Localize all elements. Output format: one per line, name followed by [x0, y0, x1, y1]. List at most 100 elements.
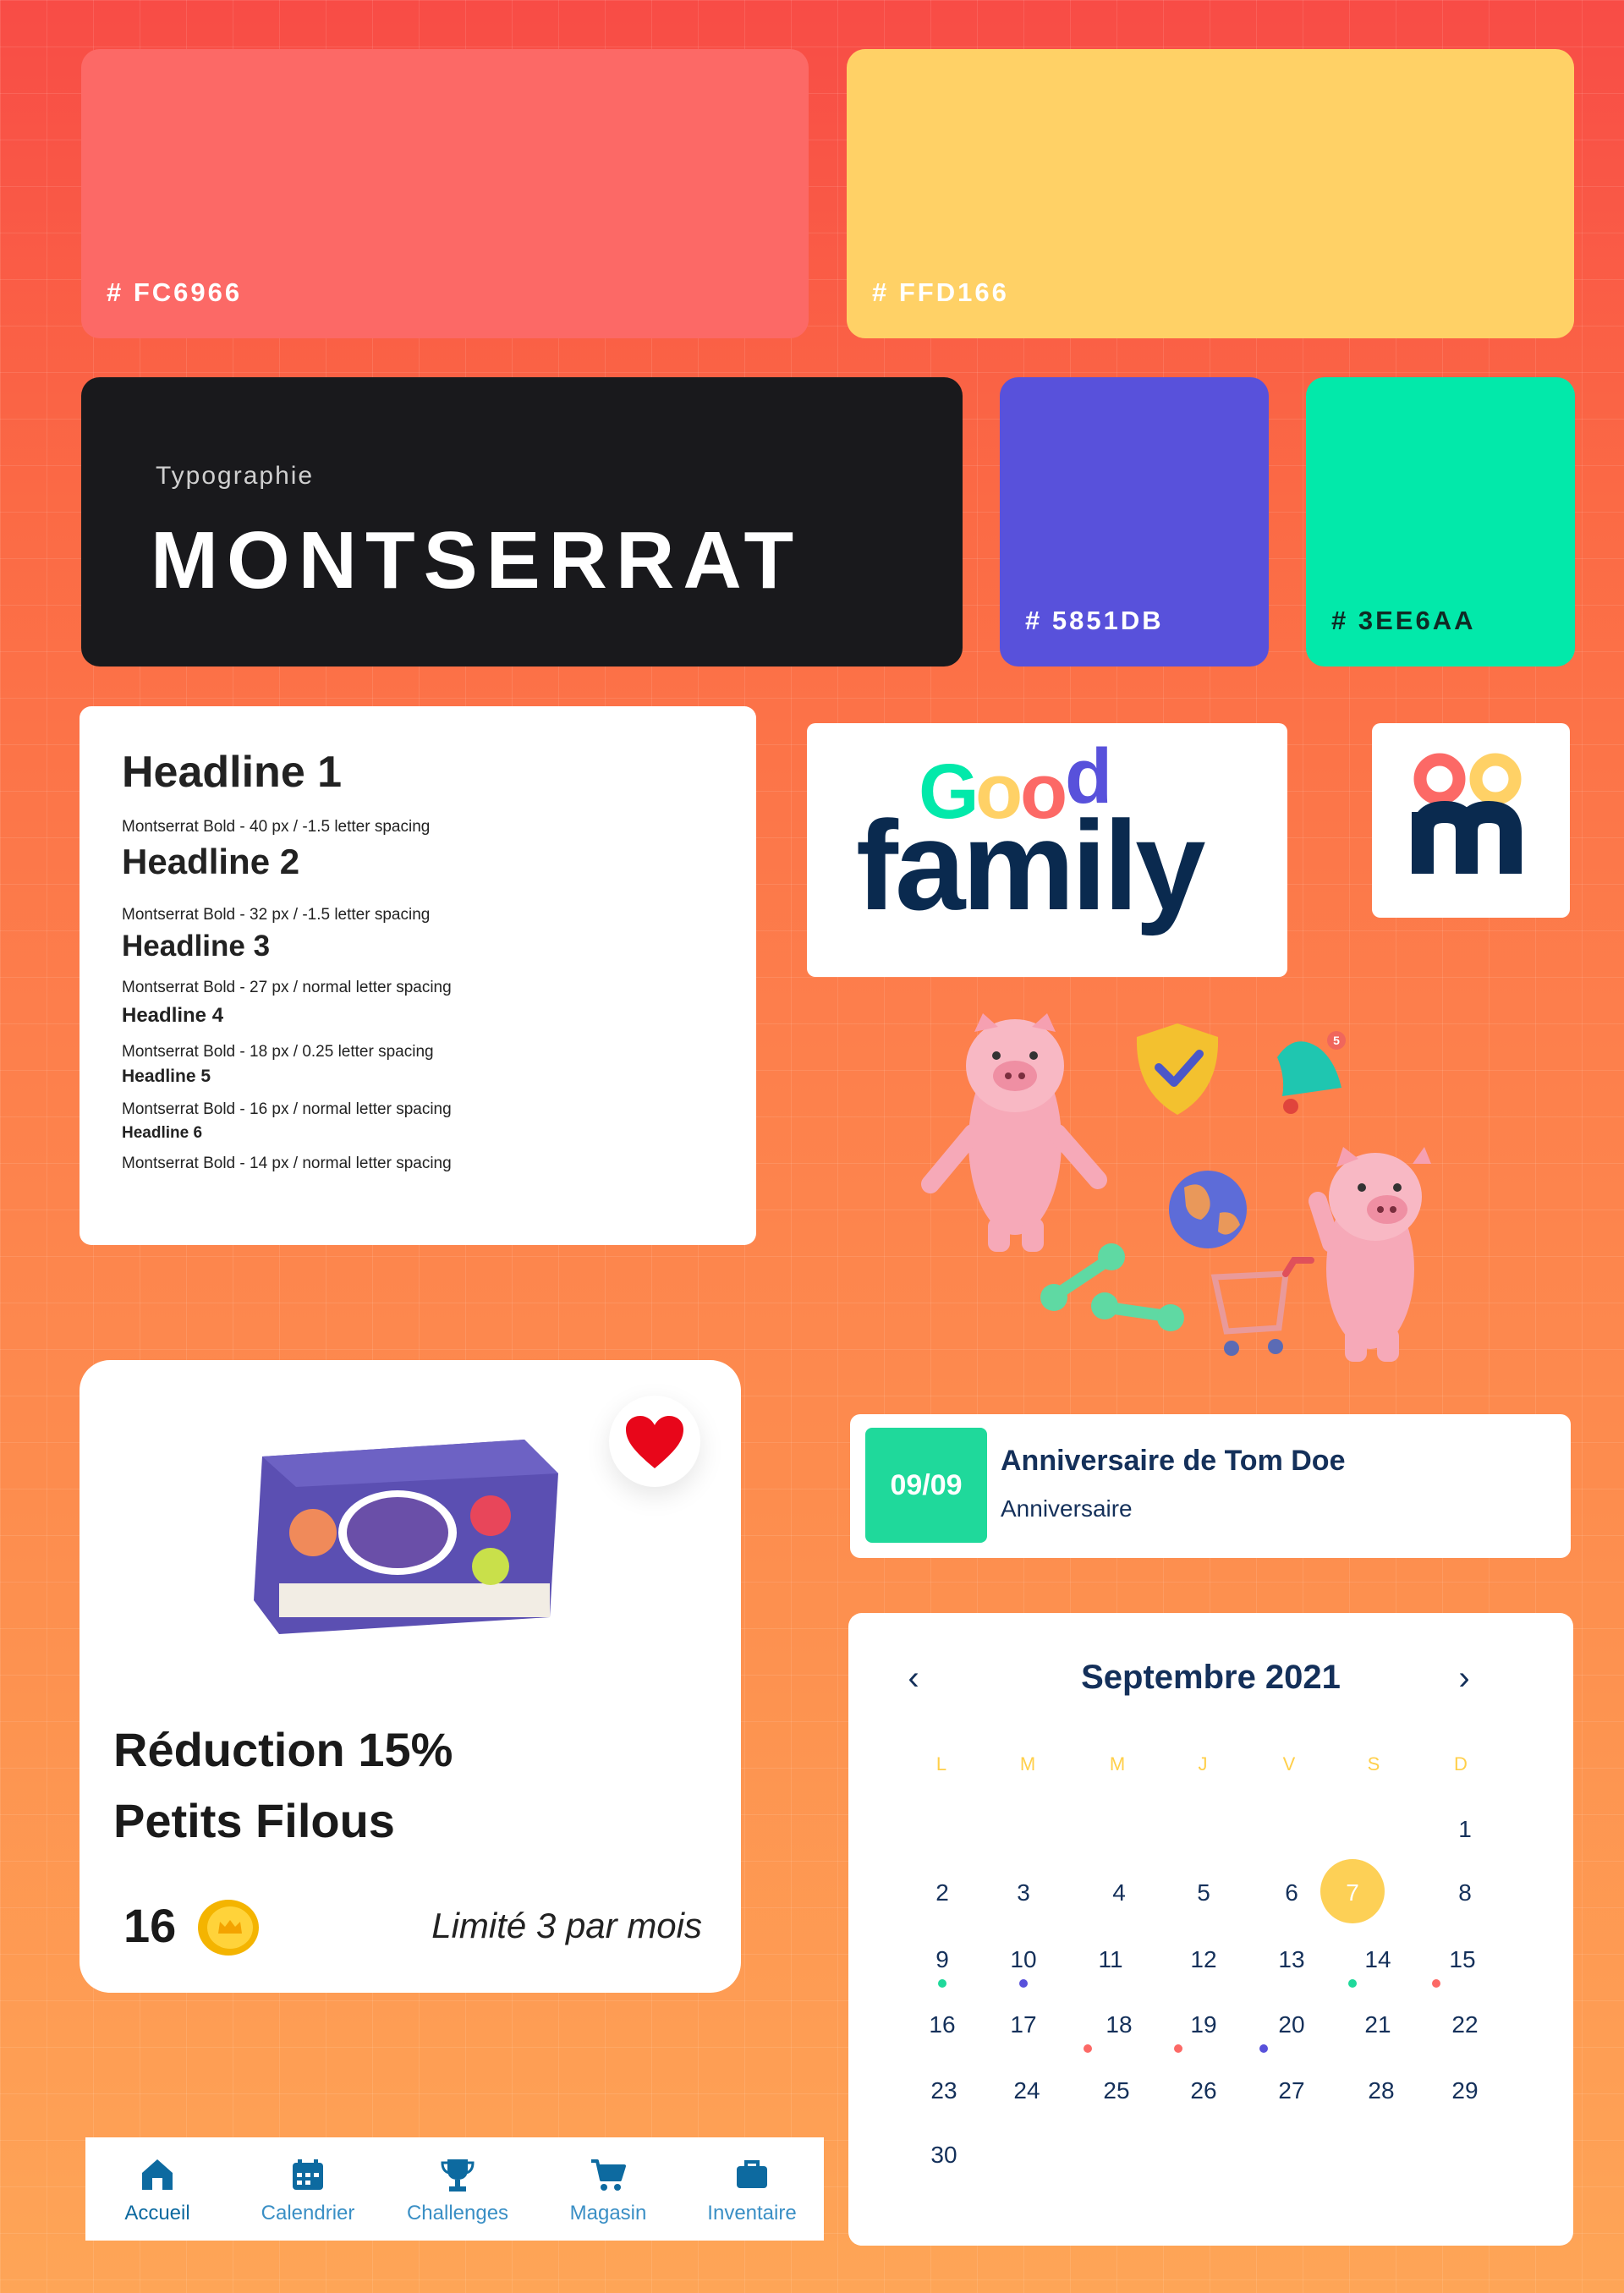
illustration-group: 5 — [914, 1007, 1497, 1396]
product-title-line-1: Réduction 15% — [113, 1723, 453, 1776]
pig-character-icon — [921, 1013, 1107, 1252]
nav-label: Challenges — [406, 2202, 509, 2224]
typography-font-name: MONTSERRAT — [151, 515, 803, 606]
headline-4-spec: Montserrat Bold - 18 px / 0.25 letter sp… — [122, 1043, 434, 1061]
product-price: 16 — [123, 1899, 177, 1952]
headline-2-spec: Montserrat Bold - 32 px / -1.5 letter sp… — [122, 906, 431, 924]
event-dot — [938, 1979, 946, 1988]
shield-icon — [1136, 1023, 1219, 1115]
event-date-badge: 09/09 — [865, 1428, 987, 1543]
product-limit-text: Limité 3 par mois — [431, 1906, 702, 1945]
weekday-label: L — [935, 1753, 947, 1775]
calendar-icon — [293, 2159, 323, 2190]
calendar-day-today[interactable]: 7 — [1323, 1876, 1382, 1910]
calendar-day[interactable]: 14 — [1348, 1943, 1407, 1977]
coin-icon — [198, 1900, 259, 1956]
event-dot — [1174, 2044, 1182, 2053]
weekday-label: D — [1454, 1753, 1468, 1775]
color-swatch-red: # FC6966 — [81, 49, 809, 338]
headline-1-spec: Montserrat Bold - 40 px / -1.5 letter sp… — [122, 818, 431, 836]
color-swatch-green: # 3EE6AA — [1306, 377, 1575, 667]
event-card[interactable]: 09/09 Anniversaire de Tom Doe Anniversai… — [850, 1414, 1571, 1558]
oom-logo-card — [1372, 723, 1570, 918]
calendar-day[interactable]: 9 — [913, 1943, 972, 1977]
goodfamily-logo: G o o d family — [856, 733, 1209, 936]
goodfamily-logo-card: G o o d family — [807, 723, 1287, 977]
calendar-day[interactable]: 30 — [914, 2138, 974, 2172]
globe-icon — [1169, 1171, 1247, 1248]
home-icon — [142, 2159, 173, 2190]
nav-label: Inventaire — [707, 2202, 797, 2224]
svg-text:family: family — [856, 794, 1205, 936]
calendar-day[interactable]: 12 — [1174, 1943, 1233, 1977]
nav-item-inventaire[interactable]: Inventaire — [680, 2137, 824, 2241]
calendar-day[interactable]: 20 — [1262, 2008, 1321, 2042]
heart-icon — [626, 1416, 683, 1468]
calendar-day[interactable]: 27 — [1262, 2074, 1321, 2108]
calendar-day[interactable]: 21 — [1348, 2008, 1407, 2042]
nav-label: Calendrier — [261, 2202, 355, 2224]
calendar-day[interactable]: 2 — [913, 1876, 972, 1910]
favorite-button[interactable] — [609, 1396, 700, 1487]
shopping-cart-icon — [1210, 1257, 1314, 1356]
cart-icon — [591, 2159, 626, 2191]
product-offer-card[interactable]: Réduction 15% Petits Filous 16 Limité 3 … — [80, 1360, 741, 1993]
calendar-day[interactable]: 4 — [1089, 1876, 1149, 1910]
weekday-label: M — [1109, 1753, 1126, 1775]
calendar-day[interactable]: 16 — [913, 2008, 972, 2042]
calendar-day[interactable]: 11 — [1081, 1943, 1140, 1977]
product-image — [254, 1440, 558, 1634]
calendar-day[interactable]: 24 — [997, 2074, 1056, 2108]
typography-card: Typographie MONTSERRAT — [81, 377, 963, 667]
headlines-card: Headline 1 Montserrat Bold - 40 px / -1.… — [80, 706, 756, 1245]
nav-item-calendrier[interactable]: Calendrier — [236, 2137, 380, 2241]
calendar-day[interactable]: 10 — [994, 1943, 1053, 1977]
calendar-day[interactable]: 23 — [914, 2074, 974, 2108]
nav-item-challenges[interactable]: Challenges — [386, 2137, 529, 2241]
event-title: Anniversaire de Tom Doe — [1001, 1445, 1346, 1477]
typography-label: Typographie — [156, 462, 315, 490]
event-dot — [1084, 2044, 1092, 2053]
swatch-label: # 5851DB — [1025, 606, 1164, 635]
calendar-day[interactable]: 25 — [1087, 2074, 1146, 2108]
color-swatch-blue: # 5851DB — [1000, 377, 1269, 667]
calendar-day[interactable]: 22 — [1435, 2008, 1495, 2042]
calendar-day[interactable]: 8 — [1435, 1876, 1495, 1910]
oom-logo — [1412, 753, 1522, 874]
calendar-day[interactable]: 15 — [1433, 1943, 1492, 1977]
weekday-label: V — [1282, 1753, 1296, 1775]
nav-item-accueil[interactable]: Accueil — [85, 2137, 229, 2241]
event-dot — [1432, 1979, 1440, 1988]
calendar-day[interactable]: 29 — [1435, 2074, 1495, 2108]
headline-3: Headline 3 — [122, 930, 271, 963]
headline-5-spec: Montserrat Bold - 16 px / normal letter … — [122, 1100, 452, 1118]
calendar-day[interactable]: 5 — [1174, 1876, 1233, 1910]
nav-label: Accueil — [124, 2202, 190, 2224]
headline-1: Headline 1 — [122, 748, 343, 797]
calendar-next-button[interactable]: › — [1443, 1657, 1485, 1699]
calendar-day[interactable]: 6 — [1262, 1876, 1321, 1910]
calendar-day[interactable]: 26 — [1174, 2074, 1233, 2108]
pig-character-icon — [1309, 1147, 1431, 1362]
weekday-label: M — [1019, 1753, 1036, 1775]
calendar-day[interactable]: 3 — [994, 1876, 1053, 1910]
swatch-label: # 3EE6AA — [1331, 606, 1476, 635]
nav-item-magasin[interactable]: Magasin — [536, 2137, 680, 2241]
calendar-day[interactable]: 19 — [1174, 2008, 1233, 2042]
swatch-label: # FC6966 — [107, 277, 243, 307]
weekday-label: S — [1367, 1753, 1380, 1775]
event-dot — [1019, 1979, 1028, 1988]
calendar-day[interactable]: 17 — [994, 2008, 1053, 2042]
calendar-day[interactable]: 18 — [1089, 2008, 1149, 2042]
product-title-line-2: Petits Filous — [113, 1794, 395, 1847]
dumbbell-icon — [1040, 1243, 1184, 1331]
event-type: Anniversaire — [1001, 1495, 1133, 1522]
event-dot — [1348, 1979, 1357, 1988]
headline-2: Headline 2 — [122, 842, 300, 881]
calendar-day[interactable]: 13 — [1262, 1943, 1321, 1977]
nav-label: Magasin — [569, 2202, 647, 2224]
calendar-day[interactable]: 28 — [1352, 2074, 1411, 2108]
svg-text:5: 5 — [1333, 1034, 1340, 1047]
weekday-label: J — [1198, 1753, 1208, 1775]
calendar-day[interactable]: 1 — [1435, 1813, 1495, 1846]
